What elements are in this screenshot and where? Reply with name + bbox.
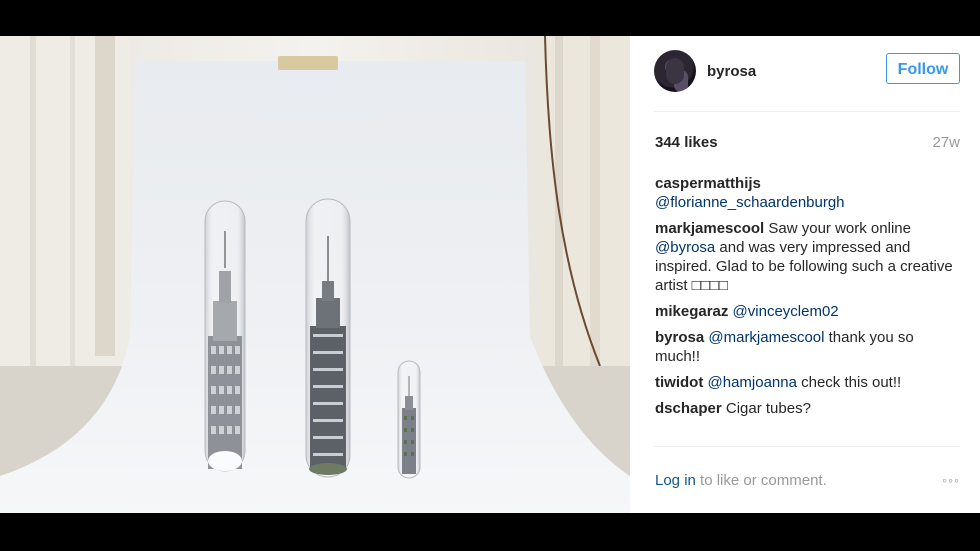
more-options-icon[interactable]: ◦◦◦ xyxy=(942,472,960,488)
comment-username[interactable]: mikegaraz xyxy=(655,303,728,320)
tube-left xyxy=(204,200,246,472)
likes-count[interactable]: 344 likes xyxy=(655,134,718,151)
avatar[interactable] xyxy=(654,50,696,92)
comment-text: Saw your work online xyxy=(764,220,911,237)
post-timestamp[interactable]: 27w xyxy=(932,134,960,151)
footer-divider xyxy=(654,446,960,447)
post-footer: Log in to like or comment. ◦◦◦ xyxy=(655,472,960,489)
comment-item: tiwidot @hamjoanna check this out!! xyxy=(655,373,954,392)
comment-item: mikegaraz @vinceyclem02 xyxy=(655,302,954,321)
post-sidebar: byrosa Follow 344 likes 27w caspermatthi… xyxy=(630,36,980,513)
follow-button[interactable]: Follow xyxy=(886,53,960,84)
comment-username[interactable]: markjamescool xyxy=(655,220,764,237)
comment-mention[interactable]: @byrosa xyxy=(655,239,715,256)
comment-mention[interactable]: @florianne_schaardenburgh xyxy=(655,194,845,211)
post-photo[interactable] xyxy=(0,36,630,513)
comment-mention[interactable]: @hamjoanna xyxy=(708,374,797,391)
post-username[interactable]: byrosa xyxy=(707,63,756,80)
comment-username[interactable]: byrosa xyxy=(655,329,704,346)
comment-item: dschaper Cigar tubes? xyxy=(655,399,954,418)
login-prompt-text: to like or comment. xyxy=(695,472,827,489)
comment-item: markjamescool Saw your work online @byro… xyxy=(655,219,954,295)
post-header: byrosa Follow xyxy=(654,50,960,92)
login-link[interactable]: Log in xyxy=(655,472,696,489)
comments-list: caspermatthijs @florianne_schaardenburgh… xyxy=(655,174,954,425)
instagram-post: byrosa Follow 344 likes 27w caspermatthi… xyxy=(0,36,980,513)
tube-middle xyxy=(305,198,351,478)
comment-mention[interactable]: @vinceyclem02 xyxy=(733,303,839,320)
comment-mention[interactable]: @markjamescool xyxy=(708,329,824,346)
comment-text: Cigar tubes? xyxy=(721,400,811,417)
comment-username[interactable]: dschaper xyxy=(655,400,722,417)
comment-username[interactable]: caspermatthijs xyxy=(655,175,761,192)
photo-illustration xyxy=(0,36,630,513)
header-divider xyxy=(654,111,960,112)
comment-item: byrosa @markjamescool thank you so much!… xyxy=(655,328,954,366)
tube-right xyxy=(397,360,421,479)
comment-username[interactable]: tiwidot xyxy=(655,374,703,391)
comment-item: caspermatthijs @florianne_schaardenburgh xyxy=(655,174,954,212)
comment-text: check this out!! xyxy=(796,374,902,391)
